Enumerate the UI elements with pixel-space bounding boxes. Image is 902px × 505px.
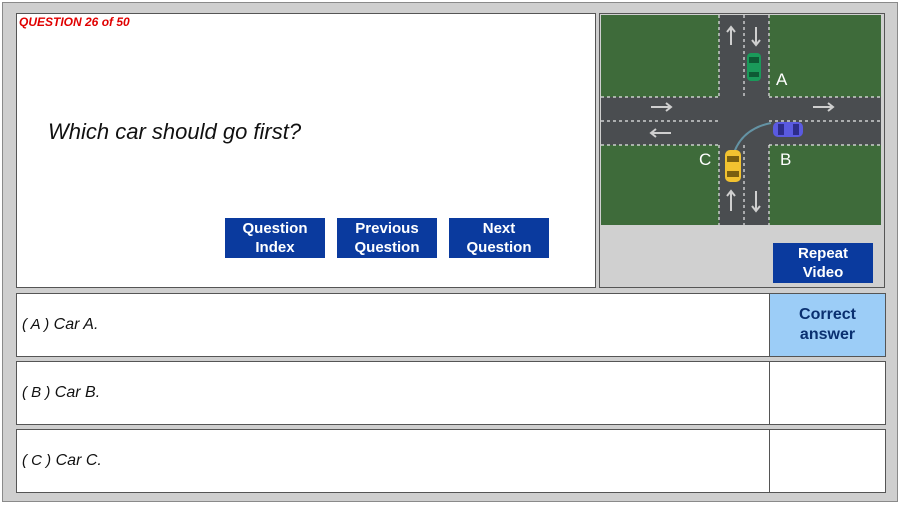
video-panel: A B C Repeat Video: [599, 13, 885, 288]
car-c-label: C: [699, 150, 711, 169]
car-a: [747, 53, 761, 81]
intersection-video: A B C: [601, 15, 881, 225]
answer-text: ( A ) Car A.: [22, 316, 98, 334]
answer-text: ( C ) Car C.: [22, 452, 102, 470]
car-b-label: B: [780, 150, 791, 169]
answer-option-b[interactable]: ( B ) Car B.: [16, 361, 886, 425]
car-b: [773, 122, 803, 137]
answer-option-a[interactable]: ( A ) Car A. Correct answer: [16, 293, 886, 357]
repeat-video-button[interactable]: Repeat Video: [773, 243, 873, 283]
answer-label: Car C.: [55, 452, 102, 469]
question-counter: QUESTION 26 of 50: [19, 15, 130, 29]
question-index-button[interactable]: Question Index: [225, 218, 325, 258]
answer-result-cell: [769, 430, 885, 492]
car-a-label: A: [776, 70, 788, 89]
answer-letter: ( A ): [22, 316, 50, 333]
answer-text: ( B ) Car B.: [22, 384, 100, 402]
answer-label: Car B.: [54, 384, 101, 401]
answer-letter: ( C ): [22, 452, 52, 469]
answer-result-cell: [769, 362, 885, 424]
correct-answer-badge: Correct answer: [769, 294, 885, 356]
answer-label: Car A.: [53, 316, 99, 333]
question-text: Which car should go first?: [48, 119, 302, 144]
car-c: [725, 150, 741, 182]
previous-question-button[interactable]: Previous Question: [337, 218, 437, 258]
next-question-button[interactable]: Next Question: [449, 218, 549, 258]
answer-option-c[interactable]: ( C ) Car C.: [16, 429, 886, 493]
question-panel: QUESTION 26 of 50 Which car should go fi…: [16, 13, 596, 288]
answer-letter: ( B ): [22, 384, 51, 401]
